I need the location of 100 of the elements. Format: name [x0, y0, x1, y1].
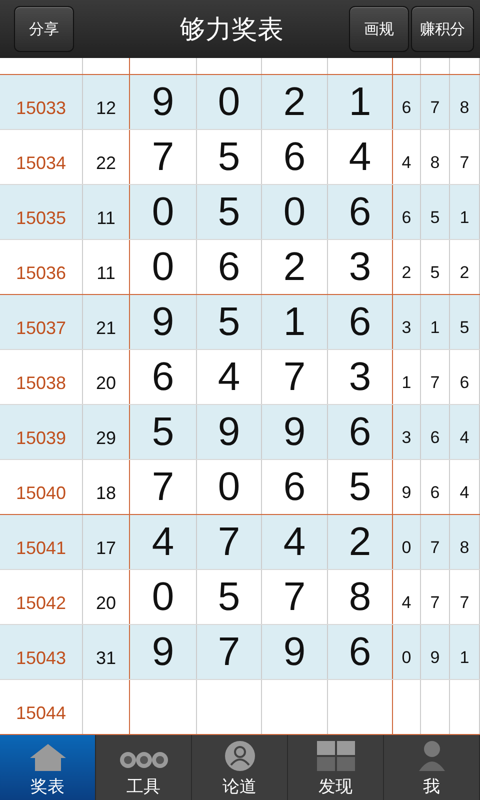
issue-number: 15037	[0, 295, 83, 349]
extra-cell: 1	[393, 350, 421, 404]
sum-cell: 17	[83, 515, 130, 569]
digit-cell: 3	[328, 240, 393, 294]
page-title: 够力奖表	[178, 14, 284, 46]
extra-cell: 2	[393, 240, 421, 294]
issue-number: 15042	[0, 570, 83, 624]
digit-cell: 2	[262, 240, 328, 294]
digit-cell: 6	[197, 240, 262, 294]
user-icon	[222, 740, 256, 772]
issue-number: 15044	[0, 680, 83, 734]
extra-cell: 9	[393, 460, 421, 514]
digit-cell: 4	[197, 350, 262, 404]
digit-cell: 5	[197, 295, 262, 349]
extra-cell: 5	[450, 295, 480, 349]
issue-number: 15034	[0, 130, 83, 184]
tab-label: 我	[423, 776, 440, 798]
digit-cell: 4	[262, 515, 328, 569]
extra-cell: 6	[393, 185, 421, 239]
issue-number: 15040	[0, 460, 83, 514]
sum-cell: 31	[83, 625, 130, 679]
extra-cell: 1	[450, 185, 480, 239]
digit-cell: 9	[130, 75, 197, 129]
issue-number: 15033	[0, 75, 83, 129]
extra-cell: 3	[393, 405, 421, 459]
header-button[interactable]: 赚积分	[411, 6, 474, 52]
share-button[interactable]: 分享	[14, 6, 74, 52]
digit-cell: 7	[197, 515, 262, 569]
sum-cell: 12	[83, 75, 130, 129]
digit-cell: 9	[197, 405, 262, 459]
extra-cell: 3	[393, 295, 421, 349]
digit-cell: 6	[130, 350, 197, 404]
digit-cell: 0	[130, 570, 197, 624]
extra-cell: 4	[450, 460, 480, 514]
digit-cell: 0	[197, 460, 262, 514]
issue-number: 15035	[0, 185, 83, 239]
digit-cell: 7	[130, 460, 197, 514]
digit-cell: 5	[328, 460, 393, 514]
digit-cell: 9	[262, 625, 328, 679]
digit-cell: 0	[262, 185, 328, 239]
nav-tab[interactable]: 奖表	[0, 735, 96, 800]
grid-icon	[316, 740, 356, 772]
extra-cell: 8	[450, 75, 480, 129]
digit-cell: 1	[262, 295, 328, 349]
extra-cell: 6	[450, 350, 480, 404]
issue-number: 15041	[0, 515, 83, 569]
header-button[interactable]: 画规	[349, 6, 409, 52]
digit-cell: 6	[328, 185, 393, 239]
digit-cell: 0	[130, 240, 197, 294]
digit-cell: 9	[130, 625, 197, 679]
sum-cell: 29	[83, 405, 130, 459]
issue-number: 15039	[0, 405, 83, 459]
digit-cell: 0	[130, 185, 197, 239]
digit-cell: 4	[130, 515, 197, 569]
extra-cell: 7	[421, 570, 450, 624]
extra-cell: 8	[421, 130, 450, 184]
sum-cell: 20	[83, 570, 130, 624]
tab-label: 发现	[318, 776, 352, 798]
digit-cell: 5	[197, 185, 262, 239]
sum-cell: 20	[83, 350, 130, 404]
sum-cell: 22	[83, 130, 130, 184]
extra-cell: 0	[393, 515, 421, 569]
extra-cell: 5	[421, 185, 450, 239]
digit-cell: 2	[328, 515, 393, 569]
digit-cell: 3	[328, 350, 393, 404]
extra-cell: 0	[393, 625, 421, 679]
extra-cell: 1	[421, 295, 450, 349]
extra-cell: 4	[450, 405, 480, 459]
extra-cell: 7	[450, 130, 480, 184]
tab-label: 工具	[126, 776, 160, 798]
digit-cell: 5	[197, 570, 262, 624]
tab-label: 论道	[222, 776, 256, 798]
extra-cell: 7	[421, 515, 450, 569]
digit-cell: 0	[197, 75, 262, 129]
digit-cell: 7	[197, 625, 262, 679]
extra-cell: 4	[393, 130, 421, 184]
home-icon	[28, 742, 68, 772]
digit-cell: 5	[197, 130, 262, 184]
sum-cell: 21	[83, 295, 130, 349]
extra-cell: 6	[393, 75, 421, 129]
extra-cell: 2	[450, 240, 480, 294]
extra-cell: 7	[450, 570, 480, 624]
extra-cell: 6	[421, 460, 450, 514]
sum-cell: 11	[83, 240, 130, 294]
digit-cell: 5	[130, 405, 197, 459]
digit-cell: 9	[130, 295, 197, 349]
digit-cell: 7	[262, 570, 328, 624]
extra-cell: 4	[393, 570, 421, 624]
tab-label: 奖表	[30, 776, 64, 798]
digit-cell: 6	[328, 295, 393, 349]
extra-cell: 1	[450, 625, 480, 679]
extra-cell: 5	[421, 240, 450, 294]
extra-cell: 6	[421, 405, 450, 459]
digit-cell: 9	[262, 405, 328, 459]
issue-number: 15038	[0, 350, 83, 404]
digit-cell: 6	[262, 460, 328, 514]
extra-cell: 7	[421, 75, 450, 129]
digit-cell: 7	[262, 350, 328, 404]
digit-cell: 2	[262, 75, 328, 129]
sum-cell: 18	[83, 460, 130, 514]
